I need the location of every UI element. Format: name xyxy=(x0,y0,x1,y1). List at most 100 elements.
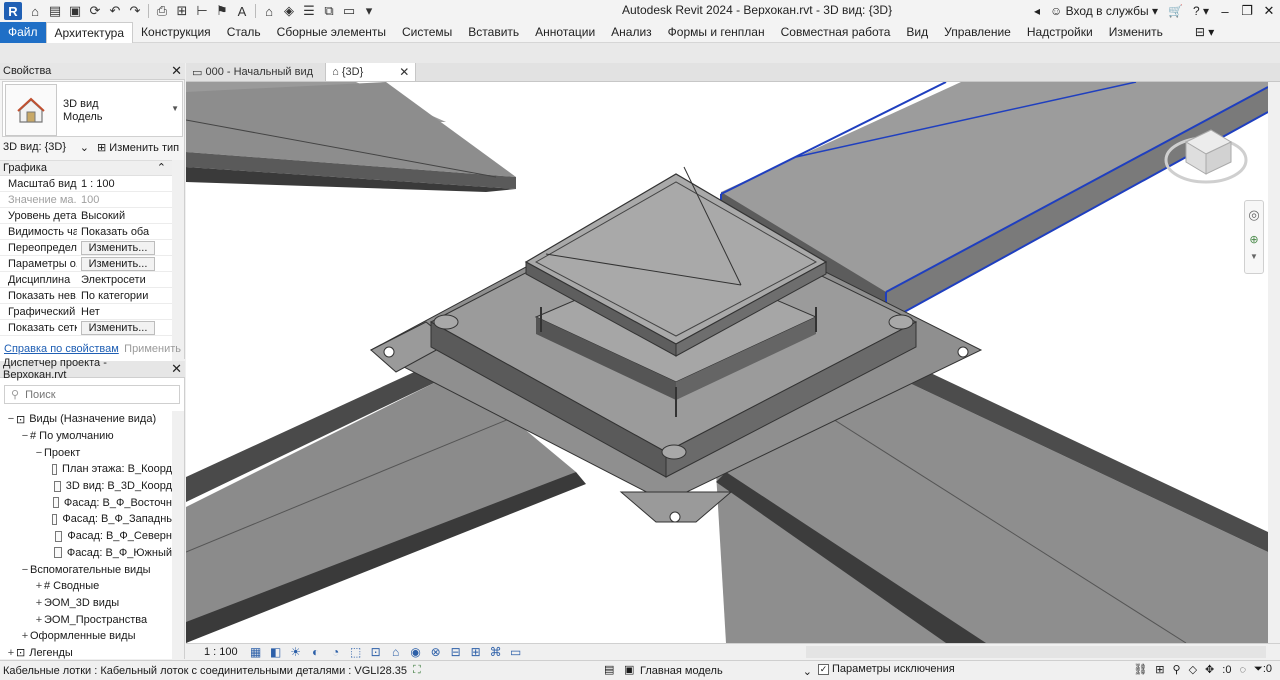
view-horizontal-scrollbar[interactable] xyxy=(806,646,1266,658)
expand-icon[interactable]: + xyxy=(20,630,30,642)
tab-modify[interactable]: Изменить xyxy=(1101,22,1171,43)
browser-tree-item[interactable]: − # По умолчанию xyxy=(0,428,172,445)
tab-massing-site[interactable]: Формы и генплан xyxy=(660,22,773,43)
browser-tree-item[interactable]: Фасад: В_Ф_Южный xyxy=(0,545,172,562)
switch-windows-icon[interactable]: ▭ xyxy=(339,1,359,21)
property-value[interactable]: По категории xyxy=(77,290,172,302)
expand-icon[interactable]: + xyxy=(6,647,16,659)
tab-analyze[interactable]: Анализ xyxy=(603,22,660,43)
chevron-down-icon[interactable]: ▼ xyxy=(1245,252,1263,261)
browser-tree-item[interactable]: + Оформленные виды xyxy=(0,628,172,645)
help-button[interactable]: ? ▾ xyxy=(1188,4,1214,18)
edit-property-button[interactable]: Изменить... xyxy=(81,320,155,335)
crop-view-icon[interactable]: ⬚ xyxy=(346,645,366,659)
restore-icon[interactable]: ❐ xyxy=(1236,3,1258,19)
tab-file[interactable]: Файл xyxy=(0,21,46,43)
design-options-icon[interactable]: ▣ xyxy=(624,663,634,676)
save-icon[interactable]: ▣ xyxy=(65,1,85,21)
close-icon[interactable]: ✕ xyxy=(399,65,409,79)
sync-icon[interactable]: ⟳ xyxy=(85,1,105,21)
close-icon[interactable]: ✕ xyxy=(171,63,182,79)
filter-icon[interactable]: ⏷:0 xyxy=(1254,663,1272,676)
tab-view[interactable]: Вид xyxy=(898,22,936,43)
cable-tray-left[interactable] xyxy=(186,82,516,192)
3d-view-canvas[interactable]: ◎ ⊕ ▼ xyxy=(186,82,1268,643)
instance-filter-select[interactable]: 3D вид: {3D} ⌄ xyxy=(3,141,91,154)
active-model-select[interactable]: Главная модель ⌄ xyxy=(640,663,812,679)
tab-collaborate[interactable]: Совместная работа xyxy=(773,22,899,43)
browser-tree-item[interactable]: Фасад: В_Ф_Восточн xyxy=(0,494,172,511)
tab-addins[interactable]: Надстройки xyxy=(1019,22,1101,43)
measure-icon[interactable]: ⊞ xyxy=(172,1,192,21)
thin-lines-icon[interactable]: ☰ xyxy=(299,1,319,21)
tab-manage[interactable]: Управление xyxy=(936,22,1019,43)
property-value[interactable]: Высокий xyxy=(77,210,172,222)
sun-path-icon[interactable]: ☀ xyxy=(286,645,306,659)
collapse-icon[interactable]: − xyxy=(20,564,30,576)
zoom-icon[interactable]: ⊕ xyxy=(1245,233,1263,246)
close-icon[interactable]: ✕ xyxy=(171,361,182,377)
tab-insert[interactable]: Вставить xyxy=(460,22,527,43)
edit-property-button[interactable]: Изменить... xyxy=(81,240,155,255)
browser-tree-item[interactable]: + # Сводные xyxy=(0,578,172,595)
ribbon-toggle-icon[interactable]: ⊟ ▾ xyxy=(1195,25,1214,39)
property-value[interactable]: 100 xyxy=(77,194,172,206)
text-icon[interactable]: A xyxy=(232,1,252,21)
redo-icon[interactable]: ↷ xyxy=(125,1,145,21)
dimension-icon[interactable]: ⊢ xyxy=(192,1,212,21)
3d-view-icon[interactable]: ⌂ xyxy=(259,1,279,21)
print-icon[interactable]: ⎙ xyxy=(152,1,172,21)
type-selector[interactable]: 3D вид Модель ▼ xyxy=(2,81,183,137)
browser-tree-item[interactable]: + ЭОМ_Пространства xyxy=(0,611,172,628)
browser-tree-item[interactable]: Фасад: В_Ф_Северн xyxy=(0,528,172,545)
view-scale[interactable]: 1 : 100 xyxy=(186,646,246,658)
browser-tree-item[interactable]: + ЭОМ_3D виды xyxy=(0,595,172,612)
browser-tree-item[interactable]: 3D вид: В_3D_Коорд xyxy=(0,478,172,495)
collapse-icon[interactable]: − xyxy=(20,430,30,442)
browser-tree-item[interactable]: Фасад: В_Ф_Западнь xyxy=(0,511,172,528)
property-value[interactable]: Показать оба xyxy=(77,226,172,238)
browser-tree-item[interactable]: План этажа: В_Коорд xyxy=(0,461,172,478)
minimize-icon[interactable]: – xyxy=(1214,4,1236,19)
select-underlay-icon[interactable]: ⊞ xyxy=(1155,663,1164,676)
worksets-icon[interactable]: ▤ xyxy=(604,663,614,676)
tag-icon[interactable]: ⚑ xyxy=(212,1,232,21)
tab-structure[interactable]: Конструкция xyxy=(133,22,219,43)
revit-logo-icon[interactable]: R xyxy=(4,2,22,20)
properties-help-link[interactable]: Справка по свойствам xyxy=(4,343,119,355)
tab-systems[interactable]: Системы xyxy=(394,22,460,43)
property-value[interactable]: Электросети xyxy=(77,274,172,286)
browser-tree-item[interactable]: + ⊡ Легенды xyxy=(0,645,172,659)
temporary-hide-icon[interactable]: ◉ xyxy=(406,645,426,659)
tab-steel[interactable]: Сталь xyxy=(219,22,269,43)
open-icon[interactable]: ▤ xyxy=(45,1,65,21)
tab-view-start[interactable]: ▭ 000 - Начальный вид xyxy=(186,63,327,81)
close-window-icon[interactable]: ✕ xyxy=(1258,3,1280,19)
edit-property-button[interactable]: Изменить... xyxy=(81,256,155,271)
customize-icon[interactable]: ▾ xyxy=(359,1,379,21)
chevron-down-icon[interactable]: ▼ xyxy=(171,104,179,113)
property-value[interactable]: Нет xyxy=(77,306,172,318)
browser-scrollbar[interactable] xyxy=(172,411,184,659)
tab-view-3d[interactable]: ⌂ {3D} ✕ xyxy=(326,63,417,81)
worksharing-icon[interactable]: ⊞ xyxy=(466,645,486,659)
drag-elements-icon[interactable]: ✥ xyxy=(1205,663,1214,676)
show-crop-icon[interactable]: ⊡ xyxy=(366,645,386,659)
view-vertical-scrollbar[interactable] xyxy=(1268,82,1280,643)
expand-icon[interactable]: + xyxy=(34,580,44,592)
home-icon[interactable]: ⌂ xyxy=(25,1,45,21)
collapse-icon[interactable]: − xyxy=(34,447,44,459)
steering-wheel-icon[interactable]: ◎ xyxy=(1245,207,1263,223)
property-group-header[interactable]: Графика ⌃ xyxy=(0,161,172,176)
browser-tree-item[interactable]: − Проект xyxy=(0,444,172,461)
render-icon[interactable]: ◔ xyxy=(326,645,346,659)
collapse-icon[interactable]: − xyxy=(6,413,16,425)
property-value[interactable]: 1 : 100 xyxy=(77,178,172,190)
reveal-hidden-icon[interactable]: ⊗ xyxy=(426,645,446,659)
close-hidden-icon[interactable]: ⧉ xyxy=(319,1,339,21)
signin-button[interactable]: ☺ Вход в службы ▾ xyxy=(1045,4,1163,18)
select-links-icon[interactable]: ⛓ xyxy=(1133,663,1147,676)
shadows-icon[interactable]: ◐ xyxy=(306,645,326,659)
visual-style-icon[interactable]: ◧ xyxy=(266,645,286,659)
tab-annotate[interactable]: Аннотации xyxy=(527,22,603,43)
